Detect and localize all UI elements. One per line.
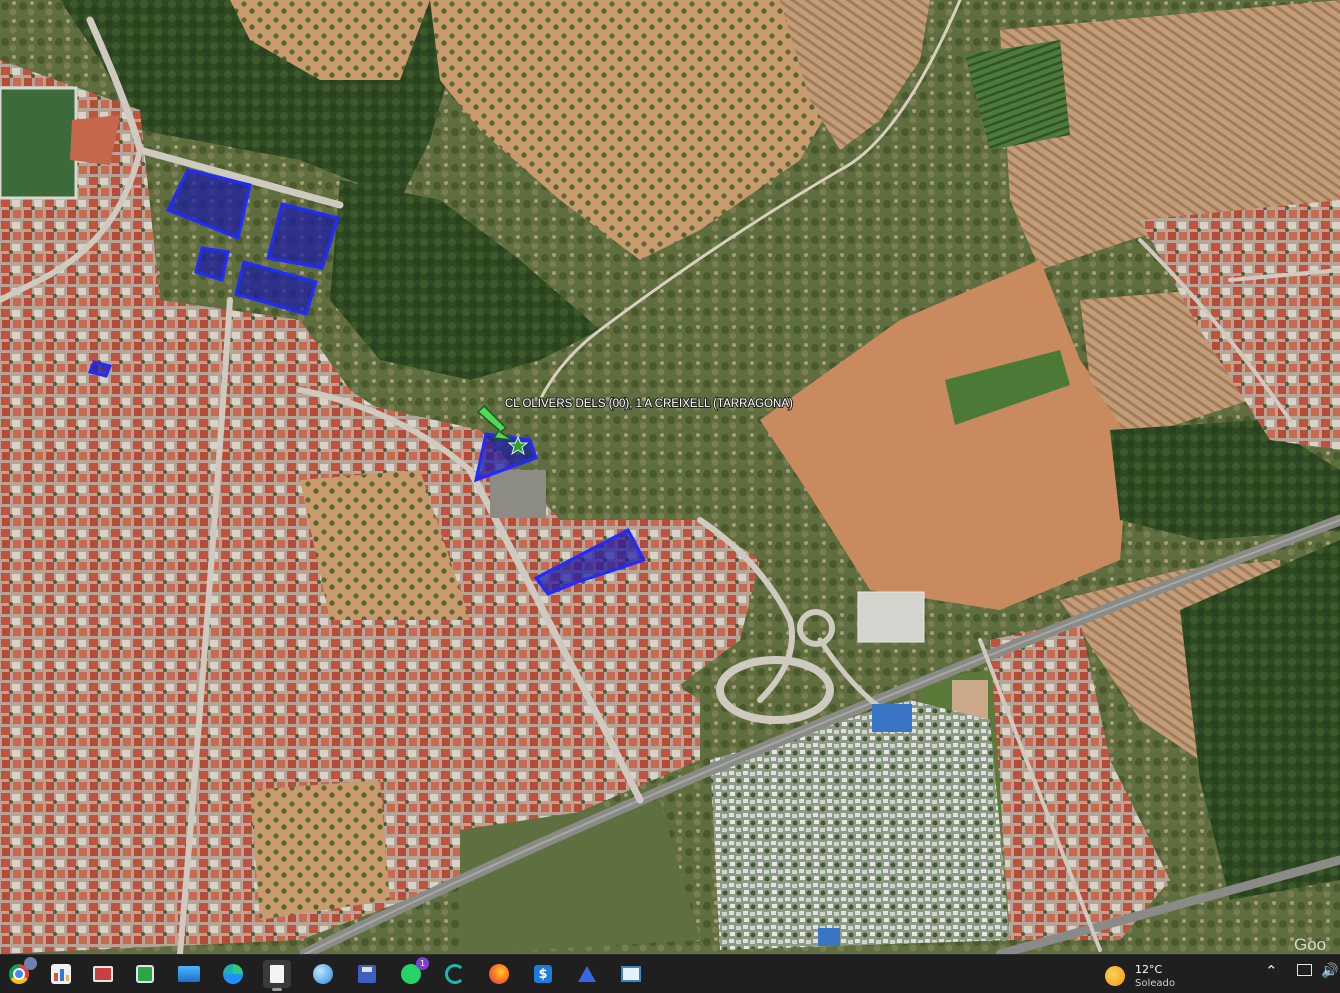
location-label: CL OLIVERS DELS (00), 1 A CREIXELL (TARR… bbox=[505, 398, 793, 410]
bare-ground-south bbox=[250, 780, 390, 920]
taskbar-app-globe[interactable] bbox=[309, 960, 337, 988]
edge-icon bbox=[223, 964, 243, 984]
photos-icon bbox=[178, 966, 200, 982]
taskbar-app-window[interactable] bbox=[89, 960, 117, 988]
taskbar-app-table[interactable] bbox=[617, 960, 645, 988]
window-app-icon bbox=[93, 966, 113, 982]
dollar-app-icon: $ bbox=[534, 965, 552, 983]
taskbar-app-whatsapp[interactable]: 1 bbox=[397, 957, 429, 988]
sun-icon bbox=[1105, 966, 1125, 986]
taskbar-app-dollar[interactable]: $ bbox=[529, 960, 557, 988]
volume-icon[interactable]: 🔊 bbox=[1321, 963, 1338, 979]
taskbar-app-photos[interactable] bbox=[175, 960, 203, 988]
app-chart-icon bbox=[51, 964, 71, 984]
map-watermark: Goo bbox=[1294, 935, 1326, 954]
parking-lot bbox=[490, 470, 546, 518]
weather-condition: Soleado bbox=[1135, 978, 1175, 989]
taskbar-app-document[interactable] bbox=[263, 960, 291, 991]
satellite-map[interactable]: CL OLIVERS DELS (00), 1 A CREIXELL (TARR… bbox=[0, 0, 1340, 954]
taskbar-app-edge[interactable] bbox=[219, 960, 247, 988]
taskbar-app-save[interactable] bbox=[353, 960, 381, 988]
globe-icon bbox=[313, 964, 333, 984]
chevron-up-icon[interactable]: ⌃ bbox=[1265, 962, 1278, 980]
wave-app-icon bbox=[445, 964, 465, 984]
weather-temperature: 12°C bbox=[1135, 963, 1163, 976]
display-settings-icon[interactable] bbox=[1297, 964, 1312, 976]
table-app-icon bbox=[621, 966, 641, 982]
taskbar-app-wave[interactable] bbox=[441, 960, 469, 988]
arc-app-icon bbox=[578, 966, 596, 982]
pool bbox=[818, 928, 840, 946]
document-icon bbox=[270, 965, 284, 983]
taskbar-app-file-transfer[interactable] bbox=[131, 960, 159, 988]
file-transfer-icon bbox=[136, 965, 154, 983]
taskbar: 1 $ 12°C Soleado ⌃ 🔊 bbox=[0, 954, 1340, 993]
sports-field bbox=[0, 86, 78, 200]
taskbar-app-firefox[interactable] bbox=[485, 960, 513, 988]
blue-roof bbox=[872, 704, 912, 732]
chrome-profile-badge bbox=[24, 957, 37, 970]
save-disk-icon bbox=[358, 965, 376, 983]
taskbar-app-arc[interactable] bbox=[573, 960, 601, 988]
weather-widget[interactable]: 12°C Soleado bbox=[1103, 961, 1233, 989]
taskbar-app-chrome[interactable] bbox=[5, 957, 37, 988]
whatsapp-unread-badge: 1 bbox=[416, 957, 429, 970]
firefox-icon bbox=[489, 964, 509, 984]
parcel[interactable] bbox=[87, 360, 113, 378]
taskbar-app-chart[interactable] bbox=[47, 960, 75, 988]
industrial-building bbox=[857, 591, 925, 643]
